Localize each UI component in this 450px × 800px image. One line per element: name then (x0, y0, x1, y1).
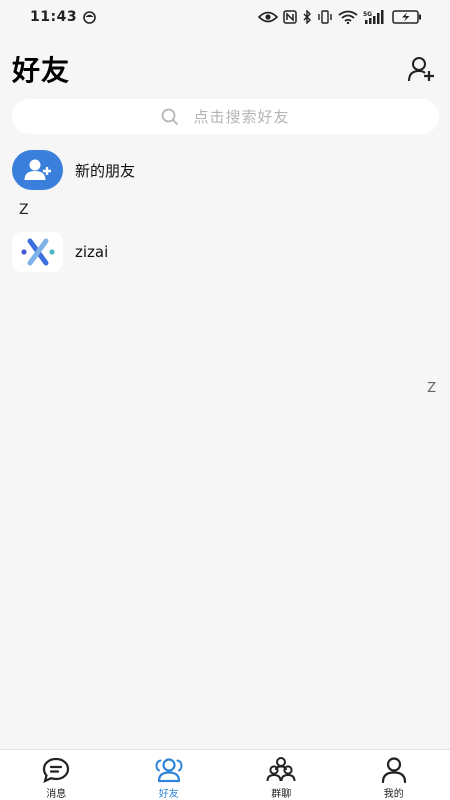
tab-profile[interactable]: 我的 (338, 750, 450, 800)
zizai-logo-icon (20, 238, 55, 266)
new-friends-avatar (12, 150, 63, 190)
index-bar-letter[interactable]: Z (427, 381, 436, 396)
nfc-icon (283, 10, 297, 24)
contact-avatar (12, 232, 63, 272)
bluetooth-icon (302, 10, 312, 24)
search-placeholder: 点击搜索好友 (193, 108, 290, 126)
tab-group-chat-label: 群聊 (271, 789, 292, 800)
friends-icon (154, 756, 184, 784)
tab-profile-label: 我的 (383, 789, 404, 800)
cellular-signal-icon: 5G (363, 10, 387, 24)
network-type-label: 5G (363, 11, 372, 18)
section-header-letter: Z (19, 202, 29, 218)
tab-group-chat[interactable]: 群聊 (225, 750, 338, 800)
contact-item[interactable]: zizai (12, 232, 438, 272)
vibrate-icon (317, 10, 333, 24)
status-right: 5G (258, 10, 422, 24)
page-title: 好友 (12, 54, 71, 87)
notification-face-icon (83, 10, 96, 24)
profile-icon (379, 756, 409, 784)
tab-messages-label: 消息 (46, 789, 67, 800)
tab-friends-label: 好友 (158, 789, 179, 800)
header: 好友 (0, 46, 450, 92)
tab-messages[interactable]: 消息 (0, 750, 113, 800)
status-left: 11:43 (30, 9, 96, 25)
contact-name: zizai (75, 243, 109, 261)
message-icon (41, 756, 71, 784)
tab-friends[interactable]: 好友 (113, 750, 226, 800)
add-user-icon (24, 159, 51, 180)
wifi-icon (338, 10, 358, 24)
new-friends-item[interactable]: 新的朋友 (12, 150, 438, 190)
status-time: 11:43 (30, 9, 78, 25)
search-bar[interactable]: 点击搜索好友 (12, 99, 439, 134)
eye-icon (258, 11, 278, 23)
status-bar: 11:43 5G (0, 0, 450, 34)
add-friend-button[interactable] (406, 53, 438, 85)
bottom-tab-bar: 消息 好友 群聊 我的 (0, 749, 450, 800)
add-user-icon (408, 57, 434, 82)
group-chat-icon (266, 756, 296, 784)
battery-icon (392, 10, 422, 24)
new-friends-label: 新的朋友 (75, 161, 136, 180)
search-icon (161, 108, 179, 126)
